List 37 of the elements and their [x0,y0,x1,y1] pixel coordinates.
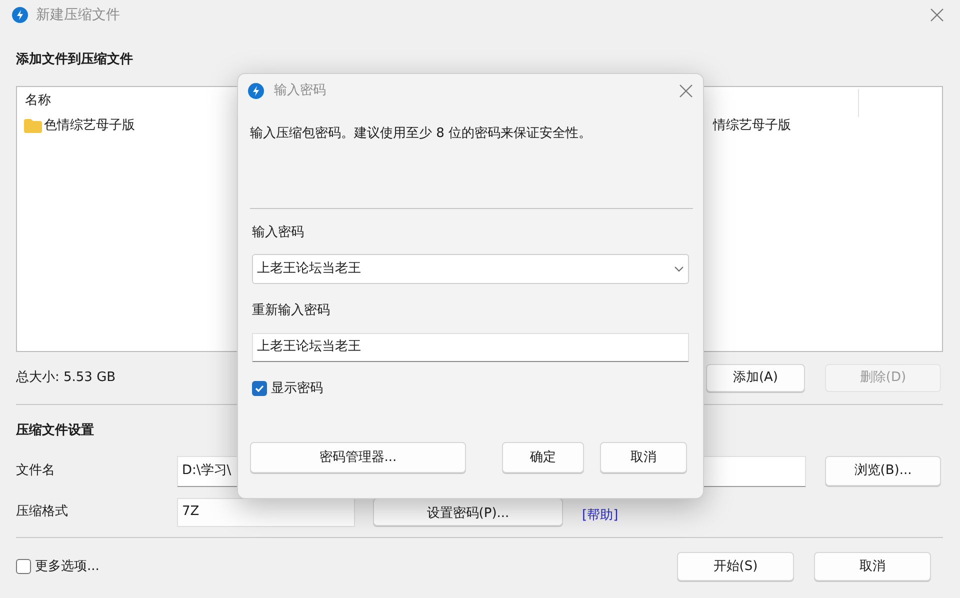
table-cell-text: 情综艺母子版 [713,117,791,136]
checkbox-label[interactable]: 更多选项... [35,556,100,576]
button[interactable]: 取消 [600,442,687,473]
file-name[interactable]: 色情综艺母子版 [44,116,135,136]
close-icon[interactable] [930,8,944,22]
browse-button[interactable]: 浏览(B)... [825,456,941,486]
checkmark-icon [254,382,265,394]
button[interactable]: 密码管理器... [250,442,466,473]
section-heading: 添加文件到压缩文件 [16,50,134,69]
set-password-button[interactable]: 设置密码(P)... [373,498,563,526]
app-icon [248,83,264,99]
folder-icon [24,119,42,133]
field-label: 重新输入密码 [251,302,331,320]
field-label: 输入密码 [251,224,305,242]
section-heading: 压缩文件设置 [16,422,95,440]
close-icon[interactable] [679,84,693,98]
button: 删除(D) [825,364,941,392]
field-label: 压缩格式 [16,503,69,522]
button[interactable]: 添加(A) [706,364,805,392]
field-label: 文件名 [16,462,56,480]
column-header[interactable]: 名称 [25,91,51,111]
total-size: 总大小: 5.53 GB [16,369,116,388]
button[interactable]: 开始(S) [677,552,794,581]
button[interactable]: 确定 [502,442,584,473]
app-icon [12,7,28,23]
window-title: 新建压缩文件 [36,6,120,24]
dialog-message: 输入压缩包密码。建议使用至少 8 位的密码来保证安全性。 [250,125,593,143]
chevron-down-icon [674,266,684,272]
password-combo-box[interactable]: 上老王论坛当老王 [252,254,689,284]
help-link[interactable]: [帮助] [582,506,618,525]
checkbox[interactable] [16,559,31,574]
password-field[interactable]: 上老王论坛当老王 [252,332,689,362]
checkbox[interactable] [252,380,267,396]
checkbox-label[interactable]: 显示密码 [271,378,323,398]
button[interactable]: 取消 [814,552,931,581]
format-dropdown[interactable]: 7Z [177,498,355,526]
dialog-title: 输入密码 [274,82,326,100]
